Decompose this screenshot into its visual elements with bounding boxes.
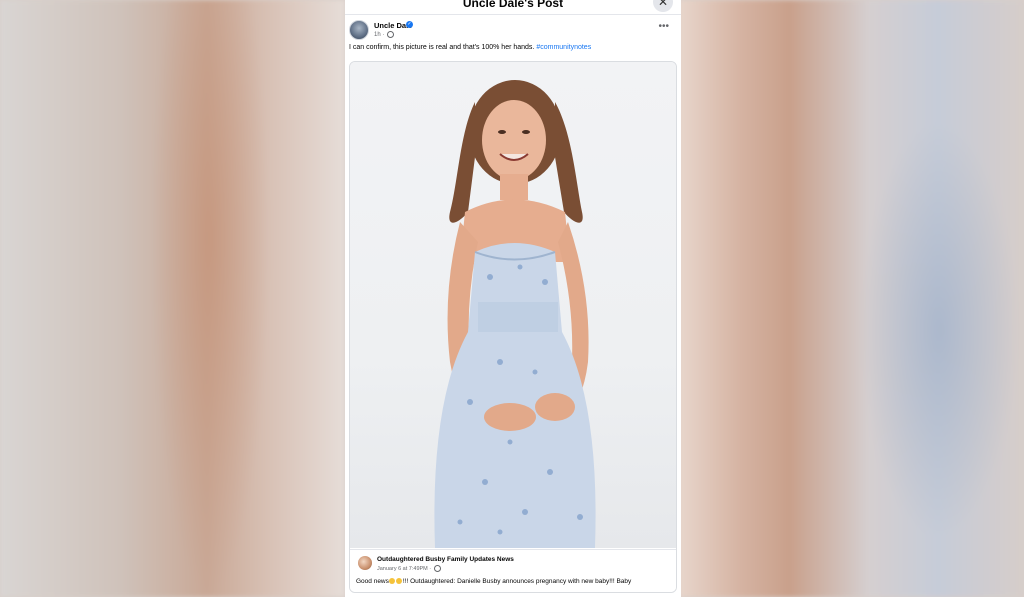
emoji-icon bbox=[389, 578, 396, 585]
page-avatar[interactable] bbox=[358, 556, 372, 570]
post-body: I can confirm, this picture is real and … bbox=[349, 44, 535, 51]
post-photo[interactable] bbox=[350, 62, 676, 548]
blurred-background-left bbox=[0, 0, 345, 597]
close-icon[interactable]: ✕ bbox=[653, 0, 673, 12]
post-dialog: Uncle Dale's Post ✕ Uncle Dale ✓ 1h · ••… bbox=[345, 0, 681, 597]
verified-badge-icon: ✓ bbox=[406, 21, 413, 28]
post-author-row: Uncle Dale ✓ 1h · ••• bbox=[349, 20, 675, 42]
emoji-icon bbox=[396, 578, 403, 585]
shared-text-start: Good news bbox=[356, 578, 389, 585]
globe-icon bbox=[433, 565, 441, 572]
dialog-header: Uncle Dale's Post ✕ bbox=[345, 0, 681, 15]
avatar[interactable] bbox=[349, 20, 369, 40]
shared-text-rest: !!! Outdaughtered: Danielle Busby announ… bbox=[402, 578, 632, 585]
shared-post-text: Good news !!! Outdaughtered: Danielle Bus… bbox=[356, 578, 674, 585]
link-preview[interactable]: Outdaughtered Busby Family Updates News … bbox=[350, 549, 676, 592]
dialog-title: Uncle Dale's Post bbox=[462, 0, 564, 10]
post-text: I can confirm, this picture is real and … bbox=[349, 44, 675, 51]
blurred-background-right bbox=[679, 0, 1024, 597]
page-name[interactable]: Outdaughtered Busby Family Updates News bbox=[377, 556, 514, 563]
photo-illustration bbox=[434, 80, 596, 548]
more-options-icon[interactable]: ••• bbox=[658, 22, 669, 32]
shared-post-card[interactable]: Outdaughtered Busby Family Updates News … bbox=[349, 61, 677, 593]
hashtag-link[interactable]: #communitynotes bbox=[536, 44, 591, 51]
post-timestamp[interactable]: 1h · bbox=[374, 32, 386, 38]
shared-post-meta: January 6 at 7:49PM · bbox=[377, 565, 441, 572]
post-meta: 1h · bbox=[374, 31, 395, 38]
shared-post-date[interactable]: January 6 at 7:49PM · bbox=[377, 566, 433, 572]
globe-icon bbox=[387, 31, 395, 38]
